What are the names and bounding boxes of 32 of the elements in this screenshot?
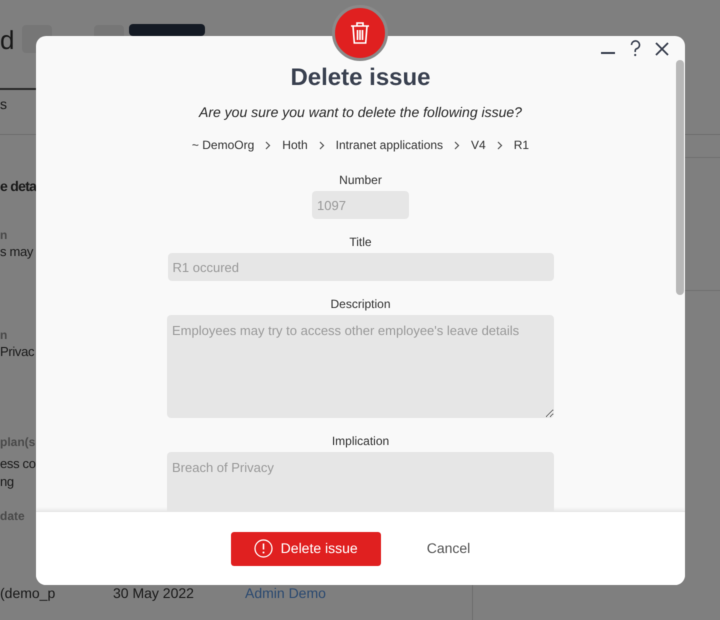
trash-icon bbox=[350, 21, 370, 45]
field-value: ess co bbox=[0, 456, 36, 472]
chevron-icon bbox=[454, 140, 460, 150]
field-value: ng bbox=[0, 474, 14, 490]
breadcrumb-item: Intranet applications bbox=[336, 137, 444, 154]
help-icon[interactable] bbox=[630, 40, 641, 57]
breadcrumb-item: Hoth bbox=[282, 137, 308, 154]
breadcrumb-item: V4 bbox=[471, 137, 486, 154]
page-title: d bbox=[0, 24, 14, 56]
breadcrumb-item: ~ DemoOrg bbox=[192, 137, 254, 154]
cancel-button[interactable]: Cancel bbox=[406, 532, 490, 566]
field-label: Title bbox=[349, 234, 372, 251]
alert-icon bbox=[254, 539, 273, 558]
delete-button[interactable]: Delete issue bbox=[230, 532, 381, 566]
field-label: Number bbox=[339, 172, 382, 189]
scrollbar[interactable] bbox=[676, 60, 684, 295]
user-cell-text: (demo_p bbox=[0, 584, 56, 603]
field-label: Implication bbox=[332, 433, 390, 450]
author-link[interactable]: Admin Demo bbox=[245, 583, 326, 604]
date-cell-text: 30 May 2022 bbox=[113, 584, 194, 603]
field-value: Privac bbox=[0, 344, 34, 360]
section-heading: e deta bbox=[0, 178, 36, 196]
dialog-title: Delete issue bbox=[290, 66, 431, 90]
chevron-icon bbox=[265, 140, 272, 150]
close-icon[interactable] bbox=[655, 42, 669, 56]
chevron-icon bbox=[496, 140, 503, 150]
confirm-question: Are you sure you want to delete the following issue? bbox=[199, 103, 522, 122]
tab-label[interactable]: s bbox=[0, 96, 7, 114]
field-label: Description bbox=[330, 296, 391, 313]
chevron-icon bbox=[318, 140, 325, 150]
breadcrumb-item: R1 bbox=[514, 137, 530, 154]
field-value: s may bbox=[0, 244, 34, 260]
